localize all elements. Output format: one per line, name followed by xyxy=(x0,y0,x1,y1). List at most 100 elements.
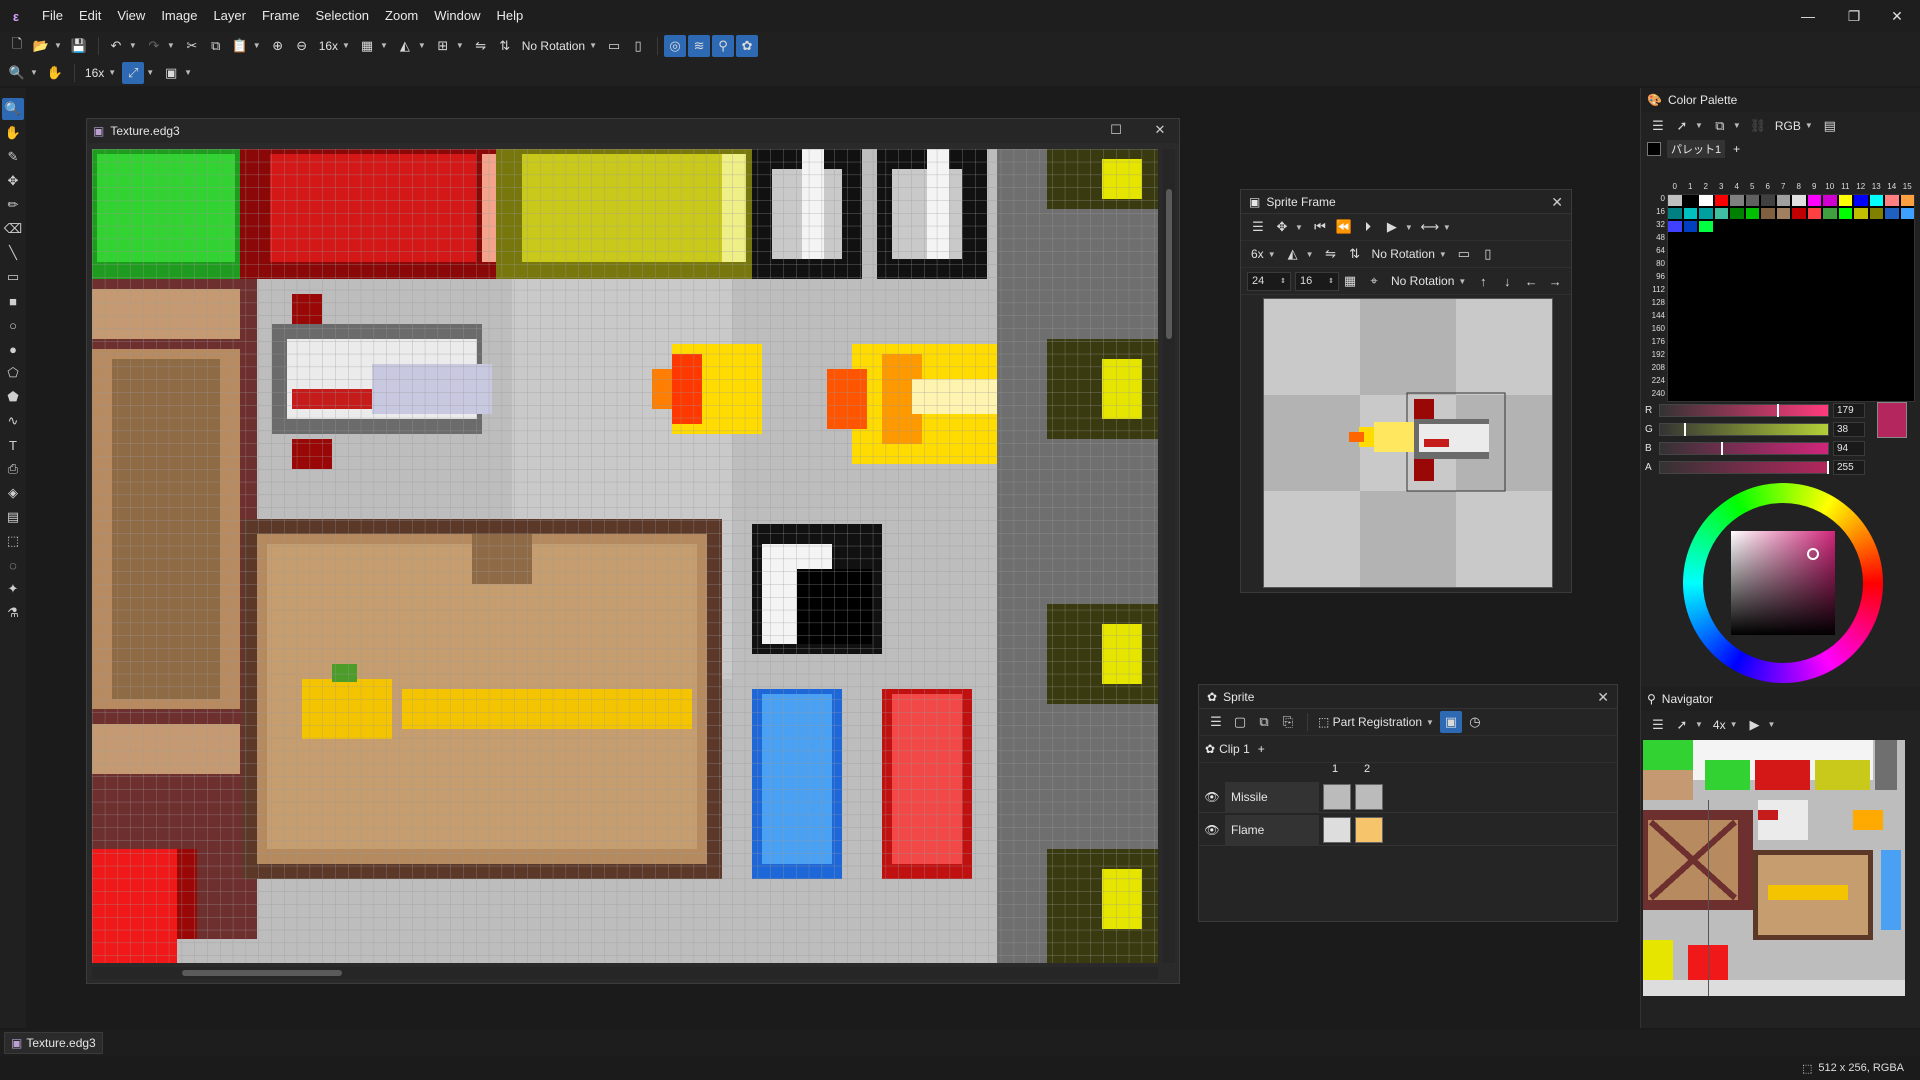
menu-edit[interactable]: Edit xyxy=(71,0,109,32)
palette-swatch[interactable] xyxy=(1823,208,1837,219)
cut-icon[interactable]: ✂ xyxy=(181,35,203,57)
copy-colors-icon[interactable]: ⧉ xyxy=(1709,115,1731,137)
color-picker-tool-icon[interactable]: ⚗ xyxy=(2,602,24,624)
frame-cell[interactable] xyxy=(1323,783,1351,810)
palette-swatch[interactable] xyxy=(1761,195,1775,206)
slider-thumb[interactable] xyxy=(1827,461,1829,474)
lasso-tool-icon[interactable]: ◌ xyxy=(2,554,24,576)
save-icon[interactable]: 💾 xyxy=(68,35,90,57)
menu-file[interactable]: File xyxy=(34,0,71,32)
menu-frame[interactable]: Frame xyxy=(254,0,308,32)
vertical-scrollbar[interactable] xyxy=(1163,149,1175,963)
palette-swatch[interactable] xyxy=(1792,195,1806,206)
new-file-icon[interactable]: 🗋 xyxy=(6,35,28,57)
window-mode-icon[interactable]: ▣ xyxy=(160,62,182,84)
text-tool-icon[interactable]: T xyxy=(2,434,24,456)
palette-swatch[interactable] xyxy=(1668,208,1682,219)
import-icon[interactable]: ⎘ xyxy=(1277,711,1299,733)
fill-tool-icon[interactable]: ◈ xyxy=(2,482,24,504)
channel-slider[interactable] xyxy=(1659,404,1829,417)
slider-thumb[interactable] xyxy=(1776,404,1779,417)
tile-horizontal-icon[interactable]: ▭ xyxy=(603,35,625,57)
palette-swatch[interactable] xyxy=(1838,195,1852,206)
rectangle-tool-icon[interactable]: ▭ xyxy=(2,266,24,288)
line-tool-icon[interactable]: ╲ xyxy=(2,242,24,264)
menu-layer[interactable]: Layer xyxy=(205,0,254,32)
ellipse-tool-icon[interactable]: ○ xyxy=(2,314,24,336)
part-row-flame[interactable]: 👁 Flame xyxy=(1199,814,1617,846)
palette-swatch[interactable] xyxy=(1714,195,1728,206)
maximize-document-icon[interactable]: ☐ xyxy=(1107,122,1125,138)
pen-tool-icon[interactable]: ✏ xyxy=(2,194,24,216)
add-clip-button[interactable]: + xyxy=(1258,742,1265,756)
frame-rotation-select[interactable]: No Rotation xyxy=(1391,274,1454,288)
document-tab[interactable]: ▣ Texture.edg3 xyxy=(4,1032,103,1054)
horizontal-scrollbar[interactable] xyxy=(92,967,1158,979)
close-window-button[interactable]: ✕ xyxy=(1874,0,1920,32)
close-sprite-frame-icon[interactable]: ✕ xyxy=(1551,194,1563,211)
menu-icon[interactable]: ☰ xyxy=(1647,714,1669,736)
prev-frame-icon[interactable]: ⏪ xyxy=(1333,216,1355,238)
channel-slider[interactable] xyxy=(1659,423,1829,436)
arrow-right-icon[interactable]: → xyxy=(1544,270,1566,292)
palette-swatch[interactable] xyxy=(1714,208,1728,219)
menu-view[interactable]: View xyxy=(109,0,153,32)
palette-swatch[interactable] xyxy=(1745,208,1759,219)
move-icon[interactable]: ✥ xyxy=(1271,216,1293,238)
marker-icon[interactable]: ⚲ xyxy=(712,34,735,57)
first-frame-icon[interactable]: ⏮ xyxy=(1309,216,1331,238)
zoom-in-icon[interactable]: ⊕ xyxy=(267,35,289,57)
palette-swatch[interactable] xyxy=(1745,195,1759,206)
filled-ellipse-tool-icon[interactable]: ● xyxy=(2,338,24,360)
channel-value[interactable]: 94 xyxy=(1833,441,1865,456)
eyedropper-tool-icon[interactable]: ✎ xyxy=(2,146,24,168)
menu-window[interactable]: Window xyxy=(426,0,488,32)
color-picker-handle[interactable] xyxy=(1807,548,1819,560)
tile-vertical-icon[interactable]: ▯ xyxy=(1477,243,1499,265)
slider-thumb[interactable] xyxy=(1684,423,1687,436)
frame-y-input[interactable]: 16 ⇕ xyxy=(1295,271,1339,291)
menu-image[interactable]: Image xyxy=(153,0,205,32)
palette-swatch[interactable] xyxy=(1730,208,1744,219)
pointer-icon[interactable]: ➚ xyxy=(1671,115,1693,137)
restore-window-button[interactable]: ❐ xyxy=(1831,0,1877,32)
new-part-icon[interactable]: ▢ xyxy=(1229,711,1251,733)
channel-value[interactable]: 179 xyxy=(1833,403,1865,418)
palette-swatch[interactable] xyxy=(1699,195,1713,206)
rect-select-tool-icon[interactable]: ⬚ xyxy=(2,530,24,552)
palette-swatch[interactable] xyxy=(1807,208,1821,219)
close-sprite-icon[interactable]: ✕ xyxy=(1597,689,1609,706)
frame-lock-icon[interactable]: ⌖ xyxy=(1363,270,1385,292)
flip-vertical-icon[interactable]: ⇅ xyxy=(1344,243,1366,265)
zoom-out-icon[interactable]: ⊖ xyxy=(291,35,313,57)
open-file-icon[interactable]: 📂 xyxy=(30,35,52,57)
menu-zoom[interactable]: Zoom xyxy=(377,0,426,32)
stamp-tool-icon[interactable]: ⎙ xyxy=(2,458,24,480)
palette-swatch[interactable] xyxy=(1683,221,1697,232)
rotation-select[interactable]: No Rotation xyxy=(522,39,585,53)
move-tool-icon[interactable]: ✥ xyxy=(2,170,24,192)
close-document-icon[interactable]: ✕ xyxy=(1151,122,1169,138)
transparency-icon[interactable]: ▦ xyxy=(356,35,378,57)
current-color-swatch[interactable] xyxy=(1877,402,1907,438)
arrow-left-icon[interactable]: ← xyxy=(1520,270,1542,292)
hand-icon[interactable]: ✋ xyxy=(44,62,66,84)
copy-icon[interactable]: ⧉ xyxy=(205,35,227,57)
palette-swatch[interactable] xyxy=(1699,221,1713,232)
frame-x-input[interactable]: 24 ⇕ xyxy=(1247,271,1291,291)
preview-icon[interactable]: ◎ xyxy=(664,34,687,57)
pixel-canvas[interactable] xyxy=(92,149,1158,963)
menu-help[interactable]: Help xyxy=(489,0,532,32)
redo-icon[interactable]: ↷ xyxy=(143,35,165,57)
palette-tab[interactable]: パレット1 xyxy=(1667,140,1726,158)
gradient-tool-icon[interactable]: ▤ xyxy=(2,506,24,528)
navigator-thumbnail[interactable] xyxy=(1643,740,1905,996)
palette-swatch[interactable] xyxy=(1869,208,1883,219)
sprite-preview[interactable] xyxy=(1263,298,1553,588)
palette-swatch[interactable] xyxy=(1885,195,1899,206)
fit-icon[interactable]: ⤢ xyxy=(122,61,145,84)
frame-cell[interactable] xyxy=(1355,783,1383,810)
frame-cell[interactable] xyxy=(1323,816,1351,843)
palette-swatch[interactable] xyxy=(1668,195,1682,206)
grid-icon[interactable]: ⊞ xyxy=(432,35,454,57)
